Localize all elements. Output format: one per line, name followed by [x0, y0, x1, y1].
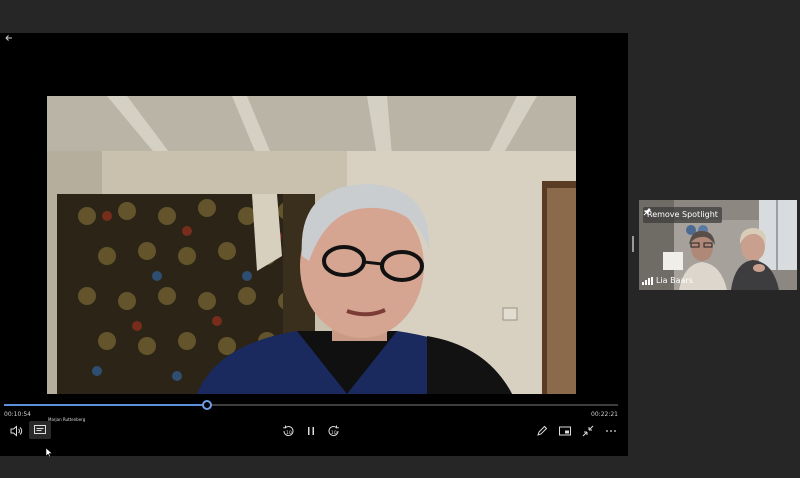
forward-10-icon[interactable]: 10	[326, 423, 342, 439]
signal-bars-icon	[642, 277, 653, 285]
time-total: 00:22:21	[591, 411, 618, 418]
back-arrow-icon[interactable]	[2, 33, 16, 47]
pin-icon	[643, 207, 652, 216]
participant-tile: Remove Spotlight Lia Baars	[639, 200, 797, 290]
video-player: Marjan Ruttenberg 00:10:54 00:22:21 10 1…	[0, 33, 628, 456]
volume-icon[interactable]	[8, 423, 24, 439]
collapse-icon[interactable]	[580, 423, 596, 439]
progress-bar[interactable]	[4, 400, 618, 410]
time-elapsed: 00:10:54	[4, 411, 31, 418]
svg-text:10: 10	[286, 430, 292, 436]
speaker-name-tag: Marjan Ruttenberg	[48, 417, 86, 422]
remove-spotlight-label: Remove Spotlight	[647, 210, 718, 219]
rewind-10-icon[interactable]: 10	[280, 423, 296, 439]
panel-resize-handle[interactable]	[632, 236, 634, 252]
pen-icon[interactable]	[534, 423, 550, 439]
picture-in-picture-icon[interactable]	[557, 423, 573, 439]
more-icon[interactable]	[603, 423, 619, 439]
svg-text:10: 10	[331, 430, 337, 436]
progress-thumb[interactable]	[201, 400, 212, 410]
mouse-cursor-icon	[45, 448, 53, 458]
participant-name-tag: Lia Baars	[642, 275, 693, 287]
captions-icon[interactable]	[29, 421, 51, 439]
main-video	[47, 96, 576, 394]
progress-fill	[4, 404, 207, 406]
participant-name: Lia Baars	[656, 276, 693, 285]
meeting-window: Marjan Ruttenberg 00:10:54 00:22:21 10 1…	[0, 0, 800, 478]
remove-spotlight-button[interactable]: Remove Spotlight	[643, 207, 722, 223]
pause-icon[interactable]	[303, 423, 319, 439]
